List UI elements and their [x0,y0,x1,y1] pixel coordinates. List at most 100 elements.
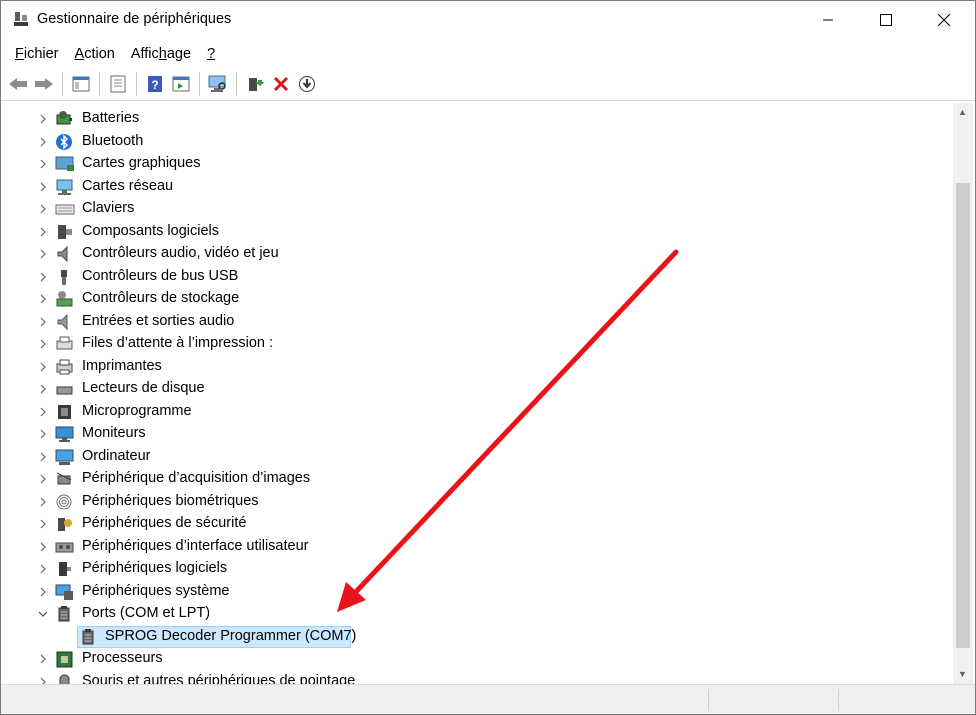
menu-action[interactable]: Action [67,46,123,62]
toolbar-separator [62,71,63,96]
printer-icon [56,359,73,374]
tree-item-label: Batteries [82,110,140,126]
tree-category-item[interactable]: Moniteurs [3,423,953,445]
tree-category-item[interactable]: Batteries [3,108,953,130]
chevron-right-icon[interactable] [37,157,49,171]
chevron-right-icon[interactable] [37,562,49,576]
menu-affichage[interactable]: Affichage [123,46,199,62]
action-pane-icon [172,76,190,91]
chevron-right-icon[interactable] [37,652,49,666]
show-hide-console-tree-button[interactable] [69,72,93,96]
maximize-button[interactable] [857,1,915,39]
properties-button[interactable] [106,72,130,96]
print-queue-icon [56,336,73,350]
help-book-icon: ? [148,75,162,92]
chevron-right-icon[interactable] [37,135,49,149]
tree-category-item[interactable]: Périphérique d’acquisition d’images [3,468,953,490]
help-button[interactable]: ? [143,72,167,96]
chevron-right-icon[interactable] [37,247,49,261]
tree-category-item[interactable]: Souris et autres périphériques de pointa… [3,671,953,685]
back-button[interactable] [6,72,30,96]
tree-item-label: Périphériques d’interface utilisateur [82,537,309,554]
chevron-right-icon[interactable] [37,517,49,531]
update-driver-icon [249,77,264,91]
tree-category-item[interactable]: Bluetooth [3,131,953,153]
chevron-right-icon[interactable] [37,360,49,374]
status-segment [1,689,709,711]
tree-item-label: Processeurs [82,650,163,666]
scan-hardware-button[interactable] [206,72,230,96]
tree-item-label: Souris et autres périphériques de pointa… [82,672,356,685]
menu-fichier[interactable]: Fichier [7,46,67,62]
tree-category-item[interactable]: Microprogramme [3,401,953,423]
chevron-right-icon[interactable] [37,540,49,554]
tree-category-item[interactable]: Composants logiciels [3,221,953,243]
chevron-right-icon[interactable] [37,675,49,684]
action-pane-button[interactable] [169,72,193,96]
tree-item-label: Contrôleurs de bus USB [82,267,239,284]
chevron-right-icon[interactable] [37,315,49,329]
tree-category-item[interactable]: Périphériques système [3,581,953,603]
computer-icon [55,449,74,465]
toolbar-separator [99,71,100,96]
tree-category-item[interactable]: Lecteurs de disque [3,378,953,400]
tree-category-item[interactable]: Imprimantes [3,356,953,378]
close-button[interactable] [915,1,973,39]
window-title: Gestionnaire de périphériques [37,11,232,27]
chevron-right-icon[interactable] [37,202,49,216]
scroll-up-icon[interactable]: ▲ [958,107,967,117]
chevron-right-icon[interactable] [37,382,49,396]
tree-category-item[interactable]: Contrôleurs de stockage [3,288,953,310]
tree-child-item[interactable]: SPROG Decoder Programmer (COM7) [3,625,953,648]
tree-category-item[interactable]: Ordinateur [3,446,953,468]
tree-category-item[interactable]: Contrôleurs de bus USB [3,266,953,288]
toolbar: ? [1,67,975,101]
scroll-down-icon[interactable]: ▼ [958,669,967,679]
chevron-right-icon[interactable] [37,225,49,239]
disk-drive-icon [56,386,73,395]
tree-category-item[interactable]: Processeurs [3,648,953,670]
chevron-right-icon[interactable] [37,585,49,599]
properties-icon [110,75,126,92]
tree-category-item[interactable]: Cartes graphiques [3,153,953,175]
chevron-right-icon[interactable] [37,405,49,419]
title-bar[interactable]: Gestionnaire de périphériques [1,1,975,39]
chevron-right-icon[interactable] [37,337,49,351]
tree-category-item[interactable]: Files d’attente à l’impression : [3,333,953,355]
chevron-right-icon[interactable] [37,270,49,284]
tree-category-item[interactable]: Cartes réseau [3,176,953,198]
chevron-right-icon[interactable] [37,292,49,306]
chevron-down-icon[interactable] [37,607,49,621]
chevron-right-icon[interactable] [37,112,49,126]
port-icon [58,606,70,622]
tree-category-item[interactable]: Périphériques biométriques [3,491,953,513]
device-tree[interactable]: Batteries Bluetooth Cartes graphiques Carte… [3,103,953,684]
menu-help[interactable]: ? [199,46,223,62]
tree-category-item[interactable]: Entrées et sorties audio [3,311,953,333]
chevron-right-icon[interactable] [37,472,49,486]
chevron-right-icon[interactable] [37,427,49,441]
chevron-right-icon[interactable] [37,180,49,194]
tree-category-item[interactable]: Claviers [3,198,953,220]
tree-item-label: Imprimantes [82,357,162,374]
tree-category-item[interactable]: Périphériques d’interface utilisateur [3,536,953,558]
forward-button[interactable] [32,72,56,96]
tree-category-item[interactable]: Périphériques logiciels [3,558,953,580]
tree-category-item[interactable]: Ports (COM et LPT) [3,603,953,625]
display-adapter-icon [55,156,74,171]
uninstall-device-button[interactable] [269,72,293,96]
enable-device-button[interactable] [295,72,319,96]
update-driver-button[interactable] [243,72,267,96]
tree-category-item[interactable]: Périphériques de sécurité [3,513,953,535]
tree-item-label: Lecteurs de disque [82,380,205,396]
tree-item-label: Périphériques logiciels [82,560,228,576]
chevron-right-icon[interactable] [37,450,49,464]
bluetooth-icon [56,133,72,150]
minimize-button[interactable] [799,1,857,39]
chevron-right-icon[interactable] [37,495,49,509]
storage-controller-icon [56,291,73,307]
tree-category-item[interactable]: Contrôleurs audio, vidéo et jeu [3,243,953,265]
vertical-scrollbar[interactable]: ▲ ▼ [953,103,973,684]
scrollbar-thumb[interactable] [956,183,970,648]
tree-item-label: Ordinateur [82,447,151,464]
